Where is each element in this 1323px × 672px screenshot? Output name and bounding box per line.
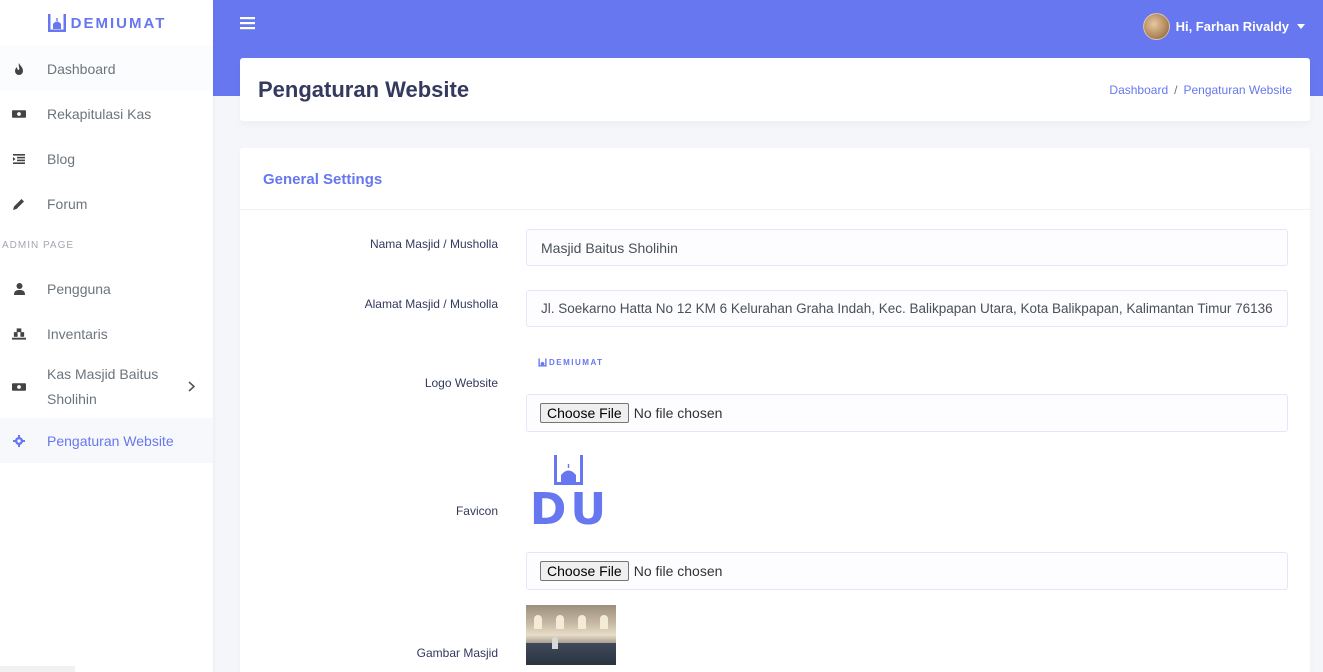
scrollbar[interactable] [0, 666, 75, 672]
image-label: Gambar Masjid [416, 646, 498, 660]
name-label: Nama Masjid / Musholla [369, 237, 498, 251]
logo-file-input[interactable]: Choose File No file chosen [526, 394, 1288, 432]
warehouse-icon [12, 327, 26, 340]
sidebar-item-rekapitulasi-kas[interactable]: Rekapitulasi Kas [0, 91, 213, 136]
chevron-right-icon [188, 379, 196, 395]
sidebar-item-kas-masjid[interactable]: Kas Masjid Baitus Sholihin [0, 356, 213, 418]
mosque-icon [47, 14, 66, 32]
user-greeting: Hi, Farhan Rivaldy [1175, 19, 1289, 34]
sidebar-item-label: Forum [47, 195, 88, 212]
user-icon [12, 282, 26, 295]
user-menu[interactable]: Hi, Farhan Rivaldy [1142, 13, 1305, 40]
general-settings-card: General Settings Nama Masjid / Musholla … [240, 148, 1310, 672]
sidebar: DEMIUMAT Dashboard Rekapitulasi Kas Blog… [0, 0, 213, 672]
window-shape [556, 615, 564, 629]
masjid-image-preview [526, 605, 616, 665]
sidebar-item-label: Pengaturan Website [47, 432, 174, 449]
person-figure [552, 637, 558, 649]
menu-header-admin: ADMIN PAGE [2, 240, 75, 251]
sidebar-item-pengguna[interactable]: Pengguna [0, 266, 213, 311]
sidebar-item-pengaturan-website[interactable]: Pengaturan Website [0, 418, 213, 463]
sidebar-item-label: Kas Masjid Baitus Sholihin [47, 366, 159, 407]
money-bill-icon [12, 382, 26, 392]
avatar [1142, 13, 1170, 40]
file-status: No file chosen [633, 563, 723, 579]
caret-down-icon [1297, 24, 1305, 29]
gear-icon [12, 434, 26, 447]
mosque-icon [538, 358, 547, 367]
card-title: General Settings [263, 171, 383, 188]
sidebar-item-forum[interactable]: Forum [0, 181, 213, 226]
breadcrumb: Dashboard / Pengaturan Website [1109, 83, 1292, 97]
section-header: Pengaturan Website Dashboard / Pengatura… [240, 58, 1310, 121]
carpet-floor [526, 643, 616, 665]
sidebar-item-label: Pengguna [47, 280, 111, 297]
file-status: No file chosen [633, 405, 723, 421]
sidebar-item-label: Blog [47, 150, 76, 167]
breadcrumb-current: Pengaturan Website [1183, 82, 1292, 97]
sidebar-item-dashboard[interactable]: Dashboard [0, 46, 213, 91]
window-shape [600, 615, 608, 629]
card-header: General Settings [240, 148, 1310, 210]
sidebar-item-inventaris[interactable]: Inventaris [0, 311, 213, 356]
logo-preview: DEMIUMAT [538, 358, 604, 367]
favicon-label: Favicon [455, 504, 498, 518]
fire-icon [12, 62, 26, 75]
window-shape [578, 615, 586, 629]
list-icon [12, 153, 26, 164]
brand-logo[interactable]: DEMIUMAT [0, 0, 213, 46]
logo-label: Logo Website [424, 376, 498, 390]
choose-file-button[interactable]: Choose File [540, 561, 629, 581]
favicon-file-input[interactable]: Choose File No file chosen [526, 552, 1288, 590]
sidebar-item-blog[interactable]: Blog [0, 136, 213, 181]
breadcrumb-separator: / [1174, 82, 1178, 97]
favicon-preview: DU [532, 455, 610, 531]
pencil-icon [12, 198, 26, 210]
sidebar-item-label: Rekapitulasi Kas [47, 105, 152, 122]
favicon-text: DU [532, 484, 610, 531]
window-shape [534, 615, 542, 629]
brand-name: DEMIUMAT [70, 14, 167, 32]
address-label: Alamat Masjid / Musholla [364, 297, 498, 311]
logo-text: DEMIUMAT [549, 358, 604, 367]
money-bill-icon [12, 109, 26, 119]
page-title: Pengaturan Website [258, 76, 470, 102]
sidebar-item-label: Inventaris [47, 325, 108, 342]
choose-file-button[interactable]: Choose File [540, 403, 629, 423]
masjid-address-input[interactable]: Jl. Soekarno Hatta No 12 KM 6 Kelurahan … [526, 290, 1288, 327]
masjid-name-input[interactable]: Masjid Baitus Sholihin [526, 229, 1288, 266]
sidebar-item-label: Dashboard [47, 60, 116, 77]
breadcrumb-dashboard[interactable]: Dashboard [1109, 83, 1168, 97]
menu-toggle-icon[interactable] [240, 16, 255, 35]
